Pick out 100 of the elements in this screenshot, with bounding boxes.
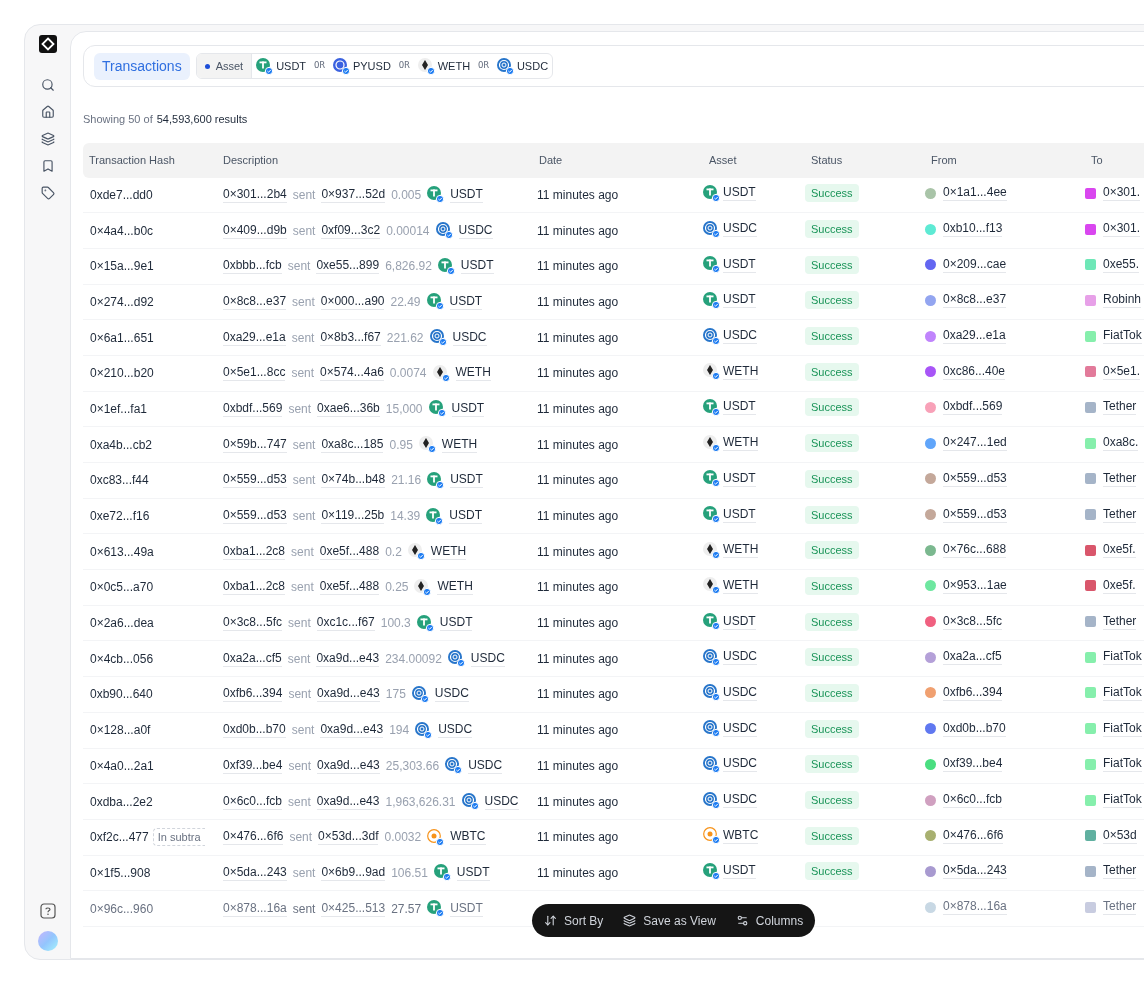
token-link[interactable]: USDT	[450, 186, 483, 203]
transaction-hash[interactable]: 0×15a...9e1	[90, 257, 154, 276]
address-link[interactable]: 0×5da...243	[943, 863, 1007, 880]
asset-filter[interactable]: Asset USDT OR PYUSD OR WETH OR USDC	[195, 53, 554, 79]
address-link[interactable]: FiatTok	[1103, 328, 1142, 345]
address-link[interactable]: 0×559...d53	[223, 472, 287, 489]
asset-link[interactable]: USDT	[723, 863, 756, 880]
address-link[interactable]: 0×559...d53	[943, 506, 1007, 523]
address-link[interactable]: 0×878...16a	[223, 900, 287, 917]
home-icon[interactable]	[40, 105, 55, 119]
asset-link[interactable]: USDC	[723, 649, 757, 666]
address-link[interactable]: 0×6c0...fcb	[223, 793, 283, 810]
address-link[interactable]: 0×301.	[1103, 221, 1141, 238]
asset-link[interactable]: USDT	[723, 185, 756, 202]
layers-icon[interactable]	[40, 132, 55, 146]
address-link[interactable]: FiatTok	[1103, 649, 1142, 666]
address-link[interactable]: 0×8c8...e37	[943, 292, 1007, 309]
address-link[interactable]: 0xa29...e1a	[943, 328, 1006, 345]
token-link[interactable]: WETH	[430, 543, 467, 560]
token-link[interactable]: USDT	[460, 258, 494, 275]
address-link[interactable]: 0xb10...f13	[943, 221, 1003, 238]
address-link[interactable]: 0xe55.	[1103, 256, 1140, 273]
transaction-hash[interactable]: 0×2a6...dea	[90, 614, 154, 633]
address-link[interactable]: 0xa8c...185	[321, 436, 384, 453]
token-link[interactable]: USDT	[450, 900, 483, 917]
transaction-hash[interactable]: 0xa4b...cb2	[90, 435, 153, 454]
asset-link[interactable]: USDT	[723, 399, 756, 416]
asset-link[interactable]: USDC	[723, 756, 757, 773]
address-link[interactable]: Tether	[1103, 470, 1137, 487]
address-link[interactable]: 0xc86...40e	[943, 363, 1006, 380]
transaction-hash[interactable]: 0×4cb...056	[90, 649, 154, 668]
address-link[interactable]: 0xa2a...cf5	[943, 649, 1002, 666]
address-link[interactable]: 0xe5f.	[1103, 542, 1136, 559]
address-link[interactable]: 0xbdf...569	[943, 399, 1003, 416]
asset-link[interactable]: USDC	[723, 328, 757, 345]
address-link[interactable]: 0xae6...36b	[317, 400, 380, 417]
token-link[interactable]: WETH	[455, 365, 491, 382]
address-link[interactable]: Tether	[1103, 863, 1137, 880]
address-link[interactable]: 0×5e1.	[1103, 363, 1141, 380]
address-link[interactable]: 0xba1...2c8	[223, 543, 286, 560]
transaction-hash[interactable]: 0×1f5...908	[90, 863, 151, 882]
address-link[interactable]: Tether	[1103, 399, 1137, 416]
transaction-hash[interactable]: 0×128...a0f	[90, 721, 151, 740]
address-link[interactable]: 0xf39...be4	[943, 756, 1003, 773]
view-title[interactable]: Transactions	[94, 52, 190, 80]
asset-link[interactable]: USDT	[723, 256, 756, 273]
column-header[interactable]: Date	[539, 153, 563, 166]
asset-link[interactable]: USDC	[723, 792, 757, 809]
token-link[interactable]: USDC	[434, 686, 469, 703]
address-link[interactable]: 0xba1...2c8	[223, 579, 286, 596]
token-link[interactable]: WETH	[441, 436, 478, 453]
transaction-hash[interactable]: 0×4a0...2a1	[90, 756, 154, 775]
help-icon[interactable]	[39, 903, 56, 919]
address-link[interactable]: 0×574...4a6	[320, 365, 384, 382]
address-link[interactable]: 0xa9d...e43	[317, 686, 380, 703]
address-link[interactable]: 0xf09...3c2	[321, 222, 381, 239]
transaction-hash[interactable]: 0×4a4...b0c	[90, 221, 154, 240]
address-link[interactable]: 0×559...d53	[943, 470, 1007, 487]
transaction-hash[interactable]: 0×1ef...fa1	[90, 399, 148, 418]
token-link[interactable]: USDT	[439, 615, 473, 632]
address-link[interactable]: 0xd0b...b70	[223, 722, 286, 739]
column-header[interactable]: Asset	[709, 153, 737, 166]
address-link[interactable]: 0×74b...b48	[321, 472, 386, 489]
asset-link[interactable]: USDC	[723, 221, 757, 238]
address-link[interactable]: 0xfb6...394	[223, 686, 283, 703]
address-link[interactable]: FiatTok	[1103, 792, 1142, 809]
asset-link[interactable]: WETH	[723, 542, 759, 559]
token-link[interactable]: WBTC	[450, 829, 486, 846]
address-link[interactable]: 0xa9d...e43	[316, 793, 380, 810]
transaction-hash[interactable]: 0×0c5...a70	[90, 578, 154, 597]
transaction-hash[interactable]: 0xe72...f16	[90, 507, 150, 526]
address-link[interactable]: 0×476...6f6	[223, 829, 284, 846]
address-link[interactable]: 0×301...2b4	[223, 186, 287, 203]
address-link[interactable]: 0×878...16a	[943, 899, 1007, 916]
asset-link[interactable]: WETH	[723, 577, 759, 594]
token-link[interactable]: USDT	[449, 293, 483, 310]
transaction-hash[interactable]: 0×96c...960	[90, 899, 154, 918]
column-header[interactable]: To	[1091, 153, 1103, 166]
address-link[interactable]: 0×953...1ae	[943, 577, 1007, 594]
transaction-hash[interactable]: 0×210...b20	[90, 364, 154, 383]
address-link[interactable]: 0xa9d...e43	[317, 757, 380, 774]
address-link[interactable]: 0×3c8...5fc	[223, 615, 283, 632]
address-link[interactable]: Tether	[1103, 899, 1137, 916]
address-link[interactable]: 0×59b...747	[223, 436, 287, 453]
asset-link[interactable]: USDC	[723, 684, 757, 701]
address-link[interactable]: 0xa29...e1a	[223, 329, 286, 346]
token-link[interactable]: USDT	[451, 400, 485, 417]
address-link[interactable]: FiatTok	[1103, 720, 1142, 737]
token-link[interactable]: USDC	[468, 757, 503, 774]
address-link[interactable]: 0xfb6...394	[943, 684, 1003, 701]
token-link[interactable]: USDC	[470, 650, 505, 667]
address-link[interactable]: 0×425...513	[321, 900, 386, 917]
transaction-hash[interactable]: 0xde7...dd0	[90, 185, 153, 204]
address-link[interactable]: 0×000...a90	[320, 293, 385, 310]
transaction-hash[interactable]: 0xc83...f44	[90, 471, 149, 490]
column-header[interactable]: From	[931, 153, 957, 166]
address-link[interactable]: 0xa2a...cf5	[223, 650, 282, 667]
asset-link[interactable]: WETH	[723, 435, 759, 452]
address-link[interactable]: 0×1a1...4ee	[943, 185, 1007, 202]
address-link[interactable]: 0×119...25b	[321, 508, 385, 525]
